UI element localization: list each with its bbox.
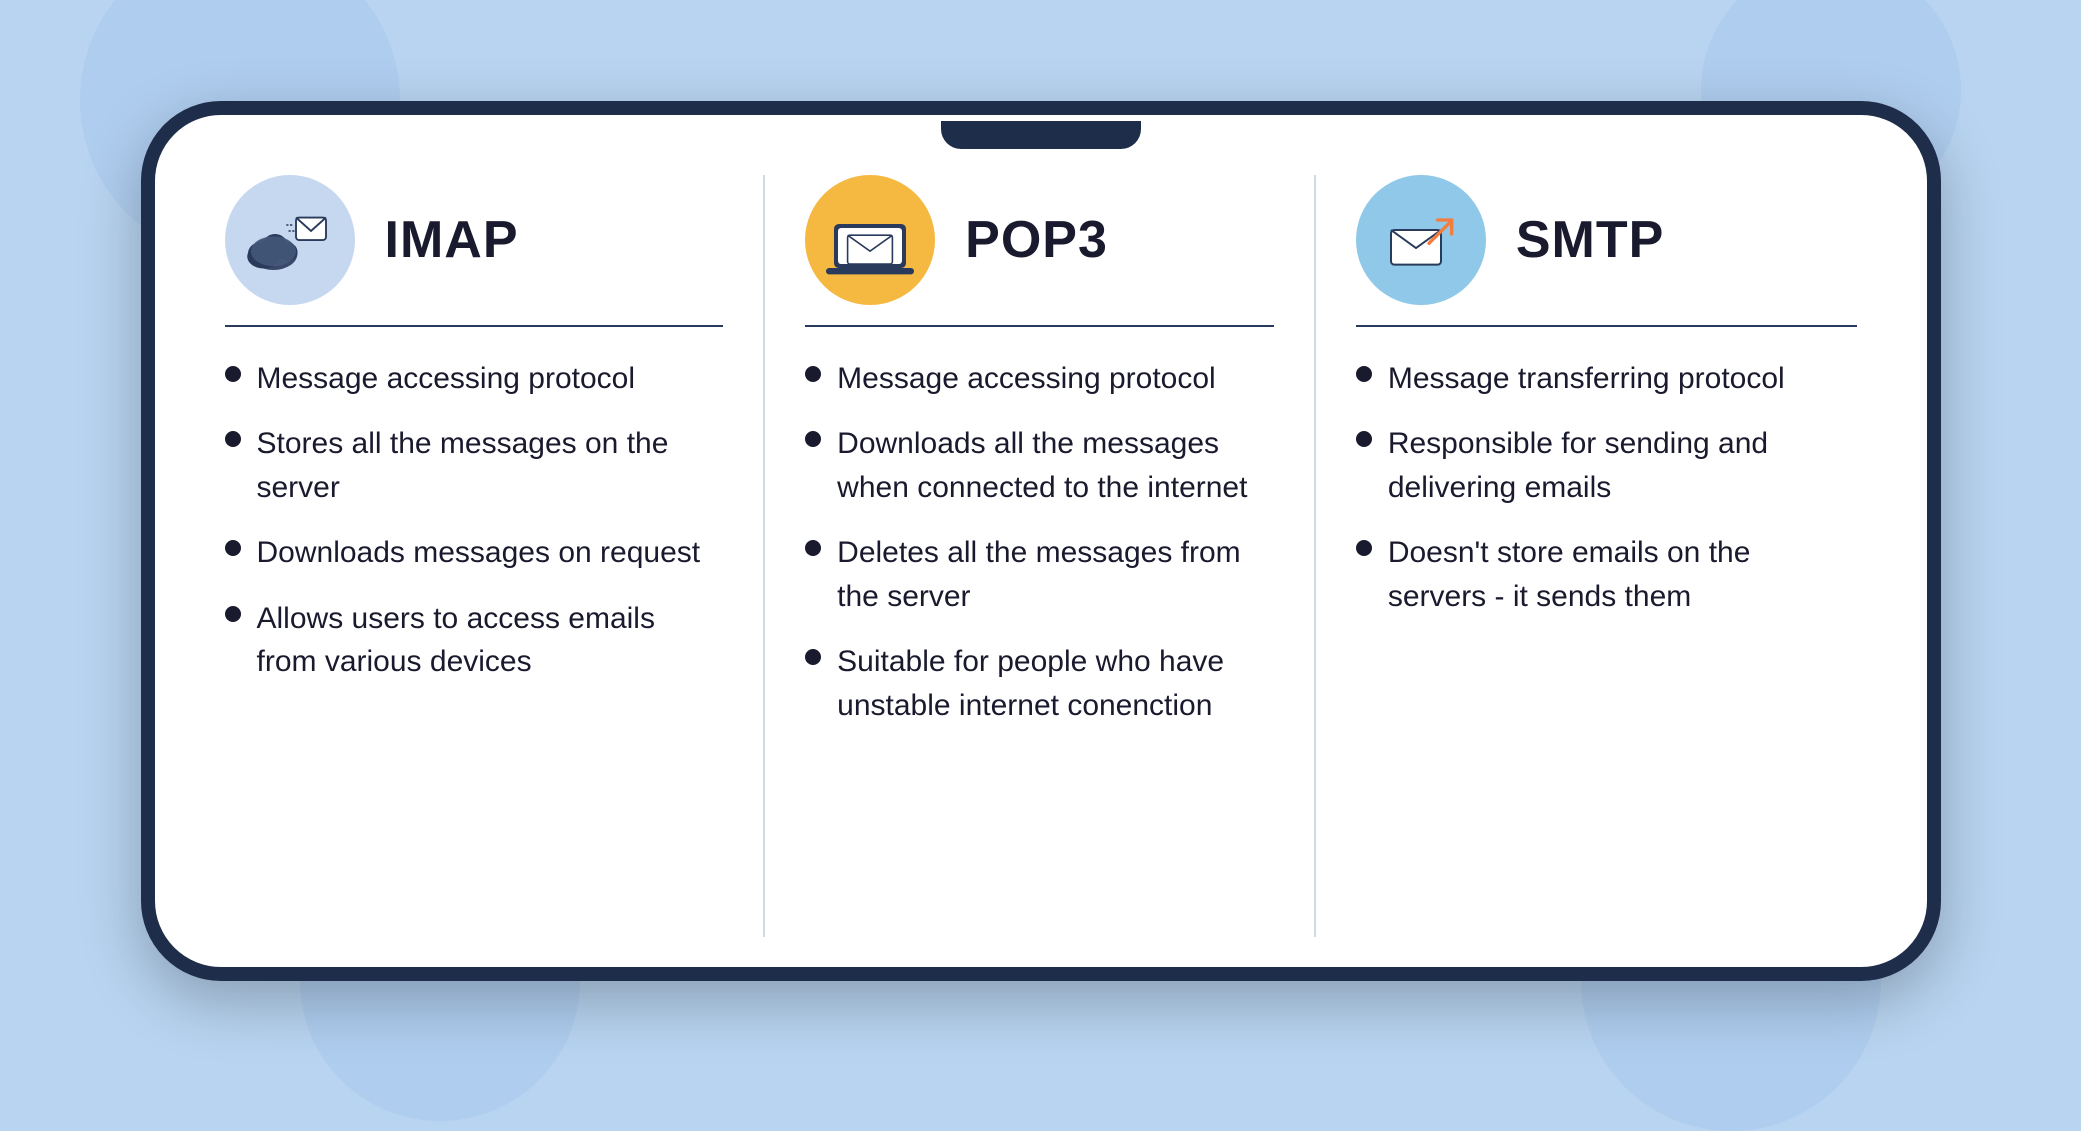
pop3-bullet-4: Suitable for people who have unstable in… <box>805 640 1274 727</box>
bullet-dot <box>225 606 241 622</box>
imap-icon-wrapper <box>225 175 355 305</box>
bullet-dot <box>225 540 241 556</box>
bullet-dot <box>225 366 241 382</box>
pop3-bullet-3: Deletes all the messages from the server <box>805 531 1274 618</box>
pop3-icon <box>820 200 920 280</box>
phone-top-bar <box>155 115 1927 155</box>
imap-column: IMAP Message accessing protocol Stores a… <box>215 175 766 937</box>
bullet-dot <box>1356 366 1372 382</box>
bullet-dot <box>805 366 821 382</box>
pop3-bullet-1: Message accessing protocol <box>805 357 1274 401</box>
imap-header: IMAP <box>225 175 724 327</box>
pop3-bullet-2: Downloads all the messages when connecte… <box>805 422 1274 509</box>
smtp-header: SMTP <box>1356 175 1857 327</box>
smtp-bullet-list: Message transferring protocol Responsibl… <box>1356 357 1857 619</box>
imap-bullet-3: Downloads messages on request <box>225 531 724 575</box>
bullet-dot <box>1356 431 1372 447</box>
imap-bullet-2: Stores all the messages on the server <box>225 422 724 509</box>
pop3-bullet-list: Message accessing protocol Downloads all… <box>805 357 1274 728</box>
imap-bullet-list: Message accessing protocol Stores all th… <box>225 357 724 684</box>
phone-frame: IMAP Message accessing protocol Stores a… <box>141 101 1941 981</box>
imap-icon <box>245 200 335 280</box>
pop3-header: POP3 <box>805 175 1274 327</box>
smtp-icon <box>1381 205 1461 275</box>
smtp-bullet-2: Responsible for sending and delivering e… <box>1356 422 1857 509</box>
smtp-icon-wrapper <box>1356 175 1486 305</box>
power-button <box>1939 355 1941 455</box>
smtp-bullet-1: Message transferring protocol <box>1356 357 1857 401</box>
bullet-dot <box>805 431 821 447</box>
bullet-dot <box>805 540 821 556</box>
smtp-bullet-3: Doesn't store emails on the servers - it… <box>1356 531 1857 618</box>
imap-title: IMAP <box>385 210 519 270</box>
vol-down-button <box>141 405 143 475</box>
imap-bullet-1: Message accessing protocol <box>225 357 724 401</box>
bullet-dot <box>1356 540 1372 556</box>
pop3-icon-wrapper <box>805 175 935 305</box>
notch <box>941 121 1141 149</box>
vol-up-button <box>141 315 143 385</box>
smtp-title: SMTP <box>1516 210 1664 270</box>
bullet-dot <box>225 431 241 447</box>
phone-content: IMAP Message accessing protocol Stores a… <box>155 155 1927 967</box>
imap-bullet-4: Allows users to access emails from vario… <box>225 597 724 684</box>
pop3-column: POP3 Message accessing protocol Download… <box>765 175 1316 937</box>
pop3-title: POP3 <box>965 210 1108 270</box>
bullet-dot <box>805 649 821 665</box>
smtp-column: SMTP Message transferring protocol Respo… <box>1316 175 1867 937</box>
comparison-table: IMAP Message accessing protocol Stores a… <box>215 175 1867 937</box>
